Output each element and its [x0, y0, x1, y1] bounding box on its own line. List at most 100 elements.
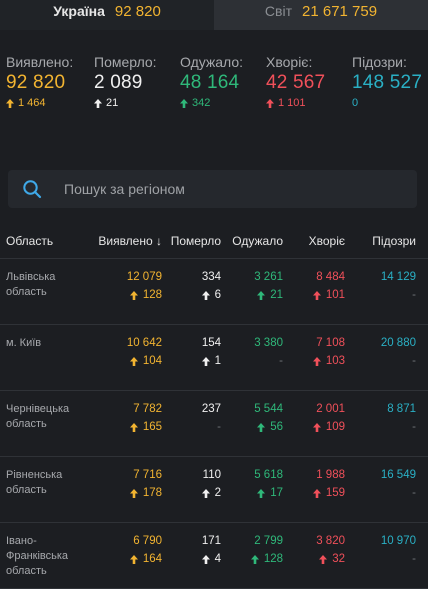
region-name: Івано-Франківська область	[6, 535, 69, 577]
stat-recovered-delta-value: 342	[192, 97, 211, 109]
search-icon[interactable]	[22, 179, 42, 199]
header-deaths[interactable]: Померло	[162, 234, 221, 248]
cell-suspected: 20 880 -	[345, 335, 416, 369]
header-region[interactable]: Область	[0, 234, 90, 248]
stat-sick: Хворіє: 42 567 1 101	[266, 54, 352, 122]
cell-deaths: 110 2	[162, 467, 221, 501]
arrow-up-icon	[250, 554, 259, 564]
cell-confirmed-delta-value: 164	[142, 553, 162, 565]
cell-sick-delta-value: 101	[325, 289, 345, 301]
header-recovered[interactable]: Одужало	[221, 234, 283, 248]
cell-suspected-delta: -	[345, 485, 416, 501]
region-name: Чернівецька область	[6, 403, 70, 430]
cell-deaths-value: 154	[201, 337, 221, 349]
cell-confirmed-delta-value: 104	[142, 355, 162, 367]
arrow-up-icon	[129, 290, 138, 300]
cell-sick-delta-value: 32	[332, 553, 345, 565]
cell-sick-delta-value: 103	[325, 355, 345, 367]
stat-confirmed-delta: 1 464	[6, 97, 94, 109]
cell-sick: 8 484 101	[283, 269, 345, 303]
stat-suspected: Підозри: 148 527 0	[352, 54, 428, 122]
tab-world-count: 21 671 759	[302, 3, 378, 20]
cell-confirmed-value: 6 790	[133, 535, 162, 547]
arrow-up-icon	[257, 290, 266, 300]
summary-stats: Виявлено: 92 820 1 464 Померло: 2 089 21…	[0, 30, 428, 122]
table-row[interactable]: Чернівецька область 7 782 165 237-5 544 56 2 …	[0, 391, 428, 457]
table-row[interactable]: м. Київ 10 642 104 154 1 3 380-7 108 103 20 880…	[0, 325, 428, 391]
arrow-up-icon	[201, 356, 210, 366]
arrow-up-icon	[129, 356, 138, 366]
cell-sick-value: 3 820	[316, 535, 345, 547]
arrow-up-icon	[319, 554, 328, 564]
cell-recovered-delta-value: 128	[263, 553, 283, 565]
cell-recovered: 2 799 128	[221, 533, 283, 567]
arrow-up-icon	[312, 488, 321, 498]
stat-sick-label: Хворіє:	[266, 54, 313, 70]
stat-suspected-value: 148 527	[352, 72, 423, 93]
header-suspected[interactable]: Підозри	[345, 234, 416, 248]
table-row[interactable]: Івано-Франківська область 6 790 164 171 4 2 7…	[0, 523, 428, 589]
stat-recovered-value: 48 164	[180, 72, 240, 93]
search-bar	[8, 170, 417, 208]
cell-deaths: 171 4	[162, 533, 221, 567]
stat-sick-delta: 1 101	[266, 97, 352, 109]
cell-deaths: 154 1	[162, 335, 221, 369]
cell-sick-value: 8 484	[316, 271, 345, 283]
cell-recovered-value: 3 261	[254, 271, 283, 283]
cell-suspected-delta-value: -	[412, 553, 416, 565]
arrow-up-icon	[312, 422, 321, 432]
table-row[interactable]: Рівненська область 7 716 178 110 2 5 618 17 1 9…	[0, 457, 428, 523]
stat-suspected-delta: 0	[352, 97, 428, 109]
stat-deaths-delta: 21	[94, 97, 180, 109]
header-sick[interactable]: Хворіє	[283, 234, 345, 248]
stat-sick-value: 42 567	[266, 72, 326, 93]
cell-sick-delta: 32	[283, 551, 345, 567]
cell-recovered-delta: 17	[221, 485, 283, 501]
cell-suspected-delta-value: -	[412, 355, 416, 367]
cell-recovered-value: 5 618	[254, 469, 283, 481]
arrow-up-icon	[312, 290, 321, 300]
cell-recovered-value: 5 544	[254, 403, 283, 415]
stat-recovered-label: Одужало:	[180, 54, 244, 70]
arrow-up-icon	[129, 488, 138, 498]
cell-confirmed-delta: 165	[90, 419, 162, 435]
stat-recovered-delta: 342	[180, 97, 266, 109]
cell-sick-delta-value: 109	[325, 421, 345, 433]
cell-sick-value: 2 001	[316, 403, 345, 415]
country-tabs: Україна 92 820 Світ 21 671 759	[0, 0, 428, 30]
arrow-up-icon	[312, 356, 321, 366]
tab-world-label: Світ	[264, 3, 292, 19]
tab-world[interactable]: Світ 21 671 759	[214, 0, 428, 30]
cell-suspected-delta: -	[345, 551, 416, 567]
arrow-up-icon	[201, 488, 210, 498]
stat-deaths-value: 2 089	[94, 72, 143, 93]
region-name: Львівська область	[6, 271, 56, 298]
search-input[interactable]	[62, 180, 366, 198]
cell-suspected-delta: -	[345, 419, 416, 435]
cell-suspected-delta-value: -	[412, 421, 416, 433]
cell-deaths-value: 334	[201, 271, 221, 283]
stat-confirmed-delta-value: 1 464	[18, 97, 46, 109]
arrow-up-icon	[201, 554, 210, 564]
tab-ukraine[interactable]: Україна 92 820	[0, 0, 214, 30]
cell-confirmed: 7 782 165	[90, 401, 162, 435]
cell-sick-delta: 103	[283, 353, 345, 369]
cell-recovered-delta-value: 21	[270, 289, 283, 301]
stat-deaths-delta-value: 21	[106, 97, 119, 109]
tab-ukraine-count: 92 820	[114, 3, 161, 20]
cell-suspected-value: 16 549	[380, 469, 416, 481]
cell-suspected: 10 970 -	[345, 533, 416, 567]
table-row[interactable]: Львівська область 12 079 128 334 6 3 261 21 8 4…	[0, 259, 428, 325]
arrow-up-icon	[6, 98, 14, 108]
cell-recovered-delta: -	[221, 353, 283, 369]
cell-confirmed-delta: 128	[90, 287, 162, 303]
stat-deaths: Померло: 2 089 21	[94, 54, 180, 122]
cell-deaths-delta: 6	[162, 287, 221, 303]
arrow-up-icon	[201, 290, 210, 300]
cell-sick: 3 820 32	[283, 533, 345, 567]
cell-confirmed-delta-value: 178	[142, 487, 162, 499]
cell-recovered: 3 380 -	[221, 335, 283, 369]
header-confirmed[interactable]: Виявлено ↓	[90, 234, 162, 248]
cell-suspected: 8 871 -	[345, 401, 416, 435]
cell-suspected-value: 8 871	[387, 403, 416, 415]
